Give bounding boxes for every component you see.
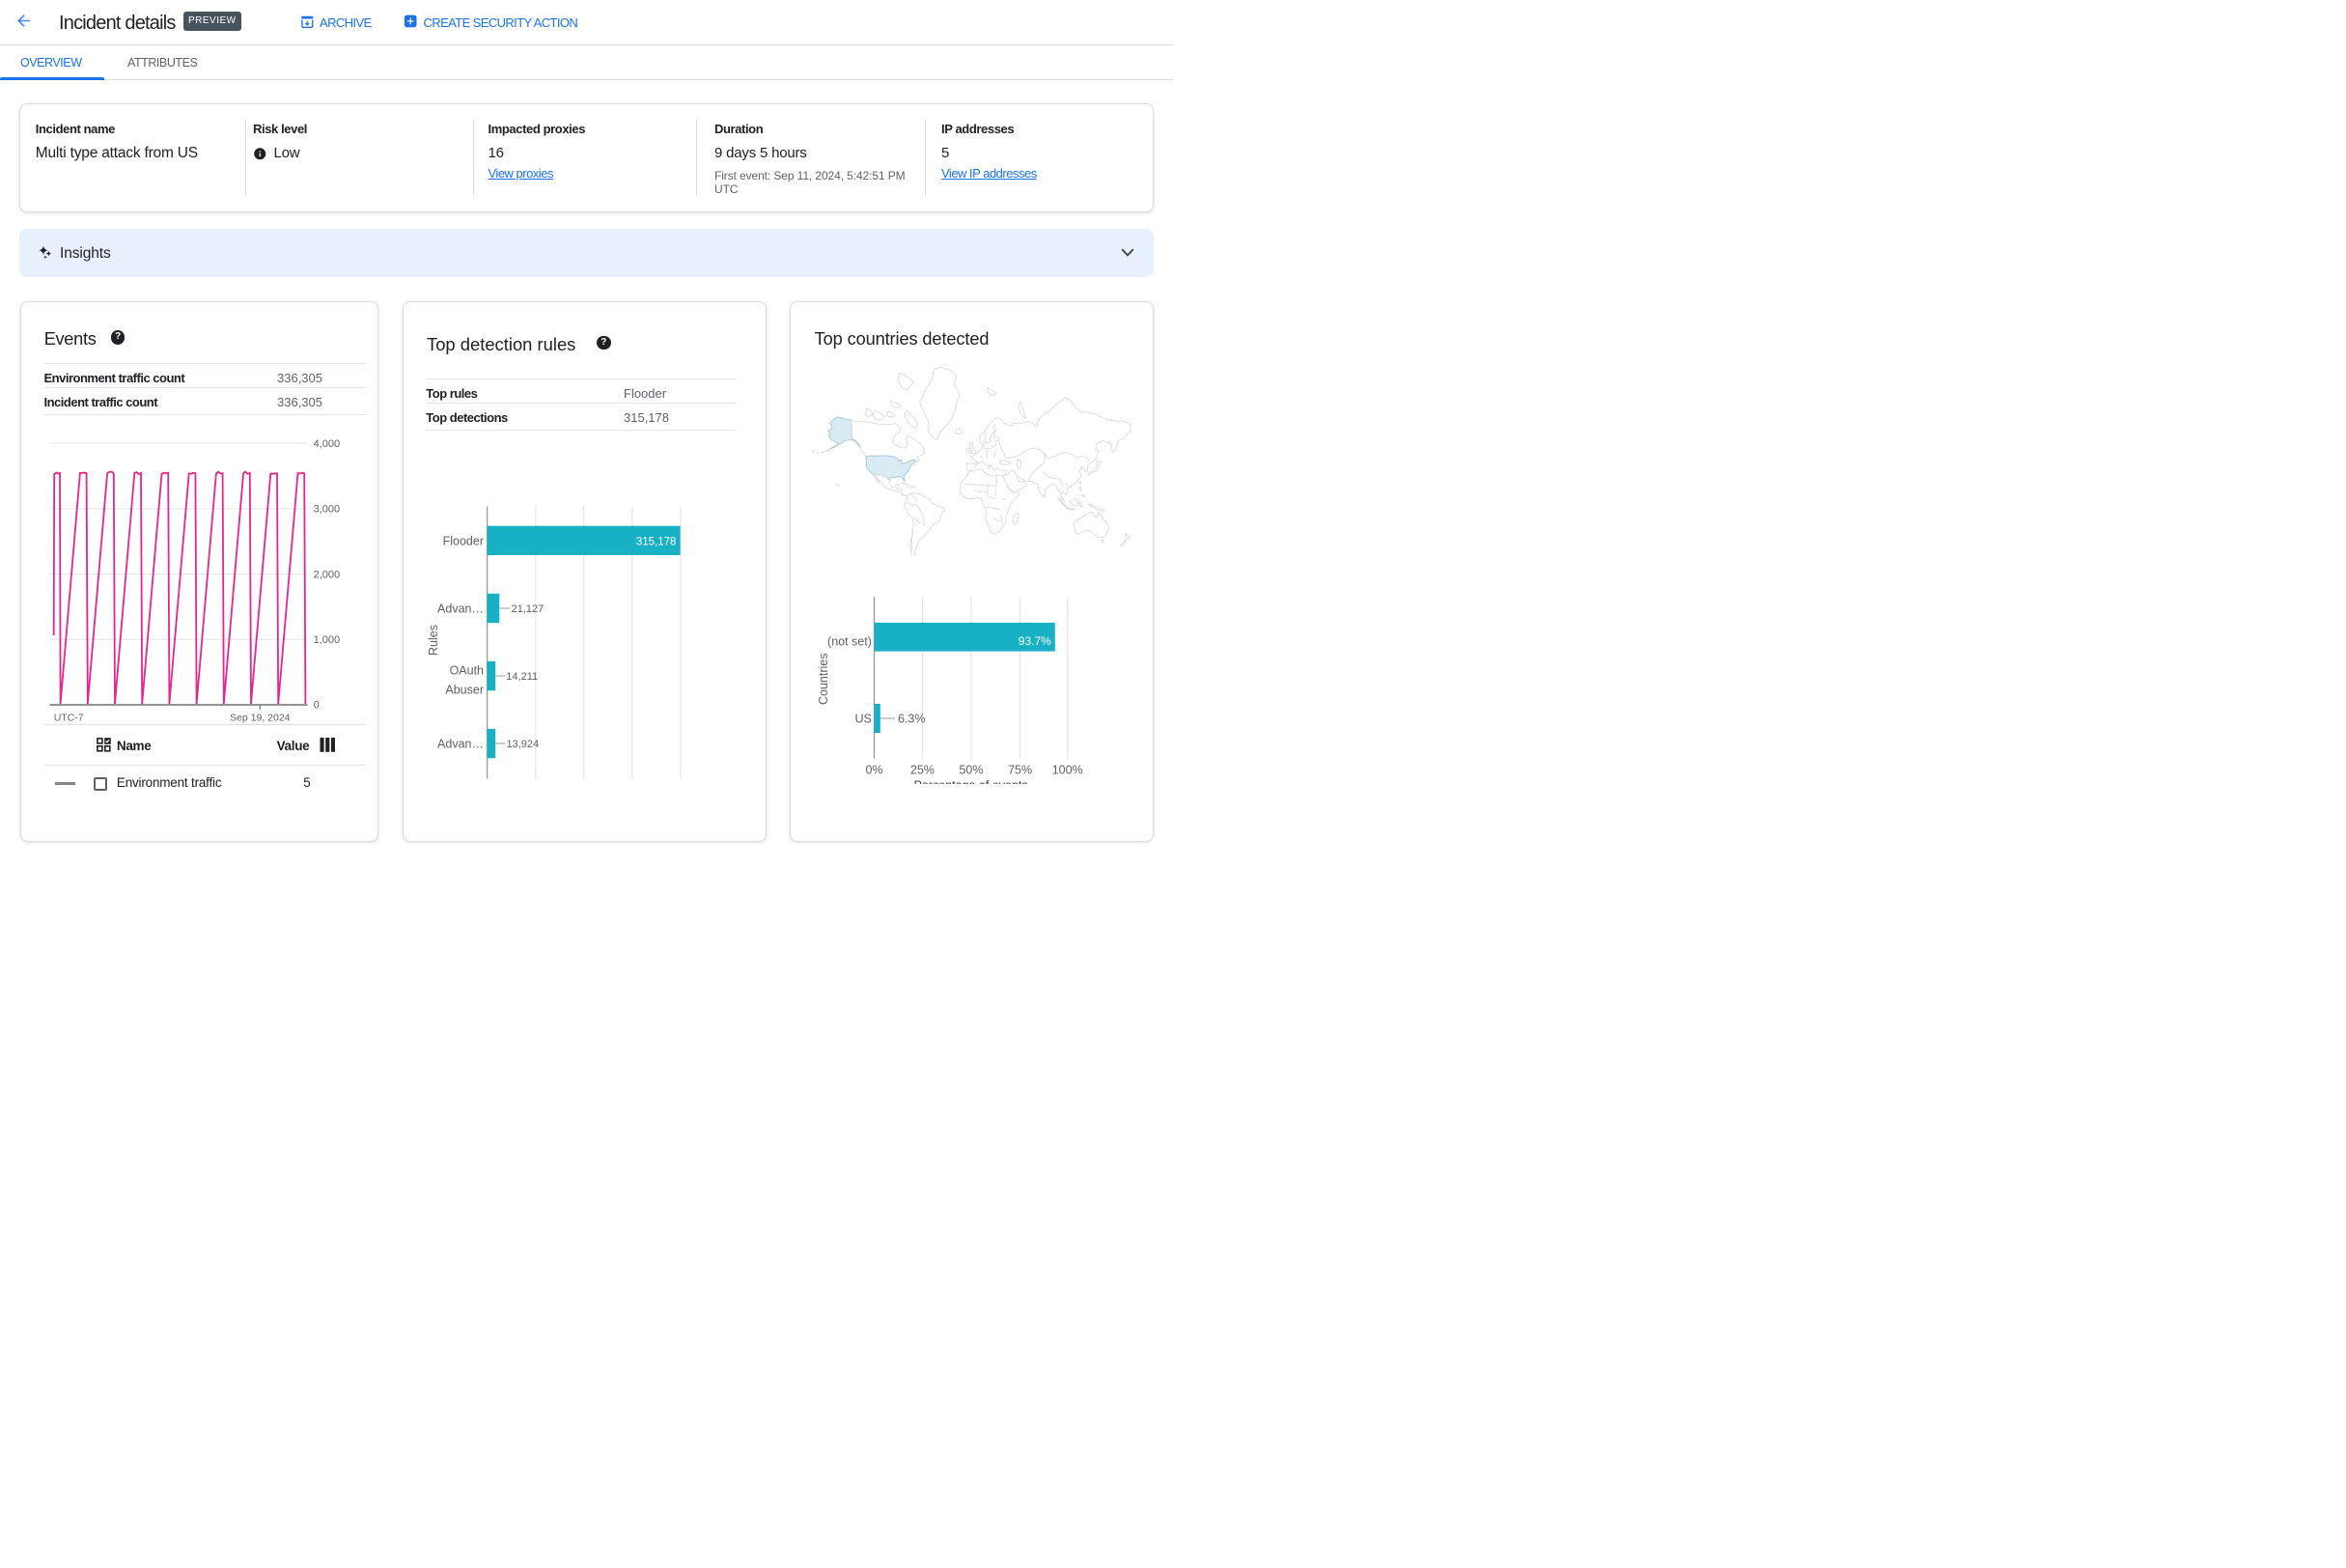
svg-text:UTC-7: UTC-7 — [54, 713, 84, 724]
svg-text:Flooder: Flooder — [443, 535, 484, 548]
svg-text:50%: 50% — [959, 764, 983, 777]
svg-text:1,000: 1,000 — [314, 634, 341, 646]
svg-text:6.3%: 6.3% — [898, 712, 926, 725]
svg-text:0%: 0% — [865, 764, 882, 777]
svg-text:Advan…: Advan… — [437, 738, 484, 751]
svg-text:3,000: 3,000 — [314, 504, 341, 516]
svg-text:93.7%: 93.7% — [1019, 634, 1051, 648]
svg-text:4,000: 4,000 — [314, 438, 341, 450]
svg-text:13,924: 13,924 — [507, 739, 540, 750]
svg-text:0: 0 — [314, 700, 320, 712]
svg-text:75%: 75% — [1008, 764, 1032, 777]
svg-text:Abuser: Abuser — [445, 684, 484, 697]
svg-text:(not set): (not set) — [827, 634, 872, 648]
svg-text:21,127: 21,127 — [512, 603, 545, 615]
svg-text:25%: 25% — [910, 764, 935, 777]
svg-text:Advan…: Advan… — [437, 602, 484, 616]
svg-text:Percentage of events: Percentage of events — [914, 779, 1028, 785]
svg-text:315,178: 315,178 — [636, 536, 677, 547]
svg-text:OAuth: OAuth — [450, 664, 484, 678]
svg-text:2,000: 2,000 — [314, 570, 341, 581]
svg-text:100%: 100% — [1052, 764, 1083, 777]
svg-text:US: US — [855, 712, 872, 725]
svg-text:14,211: 14,211 — [506, 671, 538, 683]
svg-text:Sep 19, 2024: Sep 19, 2024 — [230, 713, 291, 724]
